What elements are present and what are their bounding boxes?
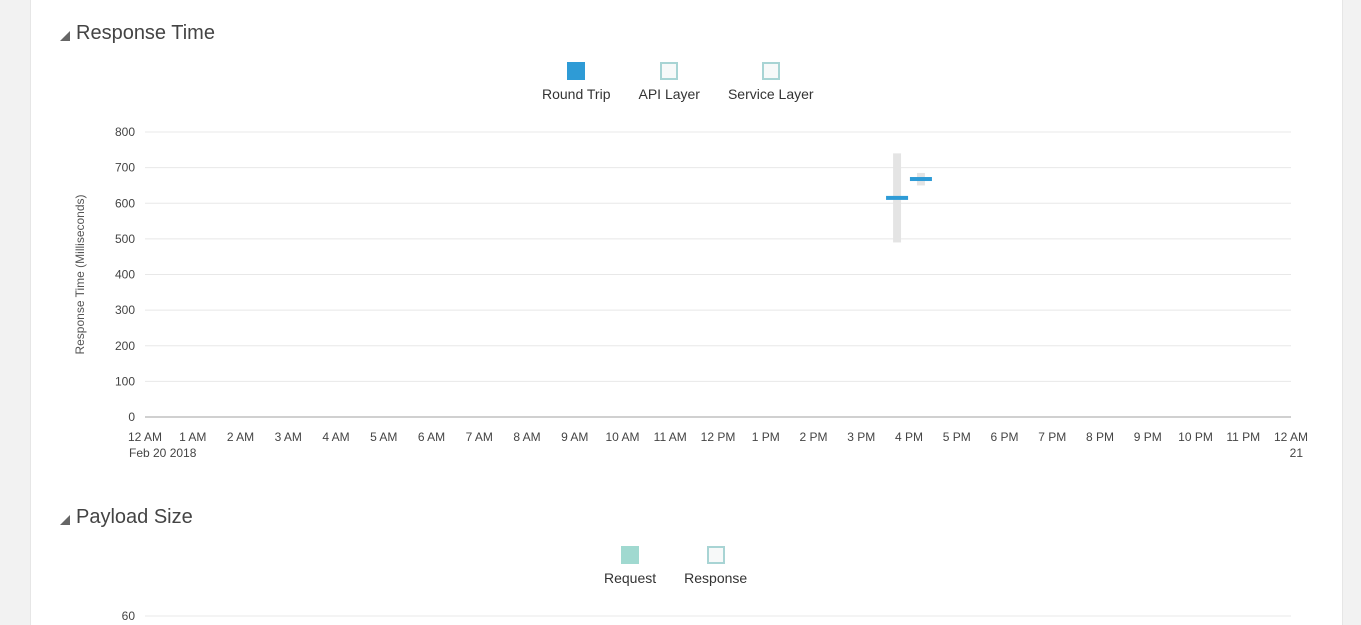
y-tick-label: 600 <box>115 196 135 210</box>
payload-size-section-header[interactable]: Payload Size <box>60 506 193 529</box>
x-tick-label: 2 AM <box>227 430 254 444</box>
legend-item-request[interactable]: Request <box>604 546 656 586</box>
x-tick-label: 3 PM <box>847 430 875 444</box>
x-tick-label: 9 PM <box>1134 430 1162 444</box>
x-tick-label: 1 AM <box>179 430 206 444</box>
y-tick-label: 200 <box>115 339 135 353</box>
payload-size-title: Payload Size <box>76 506 193 528</box>
data-marker <box>886 195 909 200</box>
x-tick-label: 4 PM <box>895 430 923 444</box>
x-tick-label: 5 PM <box>943 430 971 444</box>
x-tick-label: 10 AM <box>605 430 639 444</box>
y-tick-label: 400 <box>115 268 135 282</box>
x-tick-label: 8 AM <box>513 430 540 444</box>
x-tick-label: 6 PM <box>990 430 1018 444</box>
x-tick-label: 11 AM <box>654 430 687 444</box>
y-tick-label: 500 <box>115 232 135 246</box>
x-tick-label: 10 PM <box>1178 430 1213 444</box>
y-tick-label: 700 <box>115 161 135 175</box>
x-tick-secondary-label: 21 <box>1290 446 1304 460</box>
x-tick-secondary-label: Feb 20 2018 <box>129 446 197 460</box>
payload-size-legend: Request Response <box>604 546 747 586</box>
x-tick-label: 6 AM <box>418 430 445 444</box>
y-tick-label: 800 <box>115 125 135 139</box>
y-tick-label: 0 <box>128 410 135 424</box>
x-tick-label: 7 AM <box>466 430 493 444</box>
x-tick-label: 11 PM <box>1226 430 1260 444</box>
x-tick-label: 5 AM <box>370 430 397 444</box>
y-tick-label: 100 <box>115 374 135 388</box>
legend-item-response[interactable]: Response <box>684 546 747 586</box>
x-tick-label: 9 AM <box>561 430 588 444</box>
x-tick-label: 7 PM <box>1038 430 1066 444</box>
x-tick-label: 12 AM <box>128 430 162 444</box>
x-tick-label: 12 PM <box>701 430 736 444</box>
x-tick-label: 3 AM <box>275 430 302 444</box>
request-swatch <box>621 546 640 564</box>
response-time-chart: 0 100 200 300 400 500 600 700 800 12 AM 1 AM 2 AM 3 … <box>73 125 1308 460</box>
x-tick-label: 12 AM <box>1274 430 1308 444</box>
collapse-triangle-icon[interactable] <box>60 514 70 525</box>
x-tick-label: 1 PM <box>752 430 780 444</box>
response-swatch <box>706 546 725 564</box>
y-tick-label: 60 <box>122 609 136 623</box>
data-marker <box>909 177 932 182</box>
y-axis-title: Response Time (Milliseconds) <box>73 194 87 354</box>
x-tick-label: 8 PM <box>1086 430 1114 444</box>
legend-label: Response <box>684 570 748 586</box>
x-tick-label: 2 PM <box>799 430 827 444</box>
y-tick-label: 300 <box>115 303 135 317</box>
legend-label: Request <box>604 570 657 586</box>
x-tick-label: 4 AM <box>322 430 349 444</box>
payload-size-chart: 60 <box>122 609 1291 623</box>
